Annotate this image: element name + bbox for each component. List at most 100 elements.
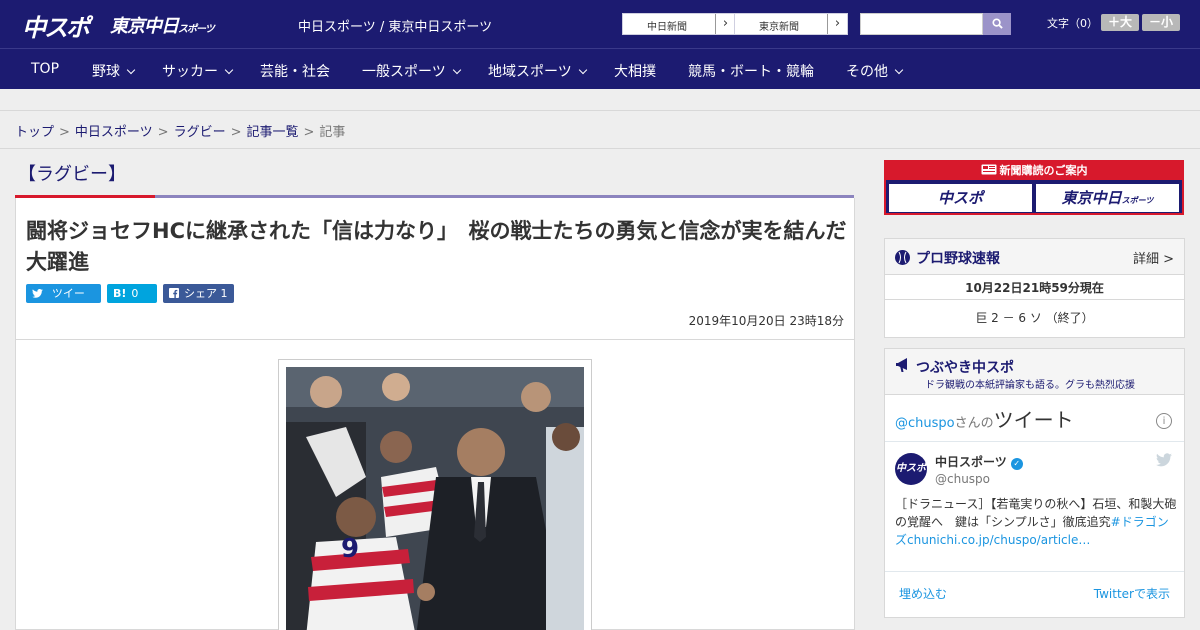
- subscription-title: 新聞購読のご案内: [886, 162, 1182, 180]
- nav-label: 野球: [92, 64, 120, 80]
- tokyo-shimbun-link[interactable]: 東京新聞 ›: [734, 13, 848, 35]
- nav-label: その他: [846, 64, 888, 80]
- tweets-heading: @chuspoさんのツイート: [895, 404, 1074, 433]
- tweet-account-name[interactable]: 中日スポーツ ✓: [935, 453, 1023, 470]
- site-title: 中日スポーツ / 東京中日スポーツ: [298, 20, 493, 35]
- nav-label: 一般スポーツ: [362, 64, 446, 80]
- megaphone-icon: [896, 358, 907, 372]
- breadcrumb-separator: >: [303, 125, 315, 140]
- facebook-share-button[interactable]: シェア 1: [163, 284, 234, 303]
- baseball-panel-title: プロ野球速報: [916, 251, 1000, 267]
- nav-label: 地域スポーツ: [488, 64, 572, 80]
- baseball-scores-panel: プロ野球速報 詳細 > 10月22日21時59分現在 巨 2 － 6 ソ （終了…: [884, 238, 1185, 338]
- twitter-panel: つぶやき中スポ ドラ観戦の本紙評論家も語る。グラも熱烈応援 @chuspoさんの…: [884, 348, 1185, 618]
- article-title: 闘将ジョセフHCに継承された「信は力なり」 桜の戦士たちの勇気と信念が実を結んだ…: [26, 219, 847, 274]
- chuspo-logo[interactable]: 中スポ: [22, 8, 90, 43]
- nav-item-top[interactable]: TOP: [31, 61, 59, 77]
- subscribe-chuspo-button[interactable]: 中スポ: [889, 184, 1032, 212]
- tweets-footer-divider: [885, 571, 1184, 572]
- verified-icon: ✓: [1010, 458, 1023, 470]
- nav-item-regional-sports[interactable]: 地域スポーツ: [488, 61, 587, 81]
- tokyo-logo-suffix: スポーツ: [178, 24, 215, 35]
- subscribe-tokyo-chunichi-button[interactable]: 東京中日スポーツ: [1036, 184, 1179, 212]
- embed-link[interactable]: 埋め込む: [899, 585, 947, 602]
- tweet-account-handle[interactable]: @chuspo: [935, 472, 990, 486]
- baseball-icon: [895, 250, 910, 265]
- tweet-button[interactable]: ツイート: [26, 284, 101, 319]
- ad-strip: [0, 89, 1200, 111]
- score-divider: [885, 299, 1184, 300]
- nav-item-soccer[interactable]: サッカー: [162, 61, 234, 81]
- breadcrumb-separator: >: [59, 125, 70, 140]
- baseball-detail-link[interactable]: 詳細 >: [1133, 248, 1174, 267]
- breadcrumb-rugby[interactable]: ラグビー: [174, 125, 226, 140]
- rugby-team-photo: 9: [286, 367, 584, 630]
- nav-item-baseball[interactable]: 野球: [92, 61, 136, 81]
- chunichi-shimbun-link[interactable]: 中日新聞 ›: [622, 13, 736, 35]
- chevron-down-icon: [452, 65, 461, 75]
- chevron-down-icon: [224, 65, 234, 75]
- chevron-right-icon: ›: [827, 14, 847, 34]
- nav-label: 芸能・社会: [260, 64, 330, 80]
- nav-item-other[interactable]: その他: [846, 61, 904, 81]
- game-score[interactable]: 巨 2 － 6 ソ （終了）: [885, 309, 1184, 326]
- info-icon[interactable]: i: [1156, 413, 1172, 429]
- nav-item-sumo[interactable]: 大相撲: [614, 61, 656, 81]
- nav-label: 大相撲: [614, 64, 656, 80]
- twitter-panel-subtitle: ドラ観戦の本紙評論家も語る。グラも熱烈応援: [925, 380, 1135, 391]
- breadcrumb-chunichi-sports[interactable]: 中日スポーツ: [75, 125, 153, 140]
- breadcrumb-separator: >: [157, 125, 169, 140]
- nav-item-racing[interactable]: 競馬・ボート・競輪: [688, 61, 814, 81]
- header-bar: 中スポ 東京中日スポーツ 中日スポーツ / 東京中日スポーツ 中日新聞 › 東京…: [0, 0, 1200, 48]
- paper-link-label: 東京新聞: [759, 22, 799, 33]
- paper-link-label: 中日新聞: [647, 22, 687, 33]
- nav-item-entertainment[interactable]: 芸能・社会: [260, 61, 330, 81]
- tokyo-logo-text: 東京中日: [110, 16, 179, 37]
- tweets-heading-san: さんの: [954, 416, 994, 431]
- hatena-bookmark-icon: B!: [113, 287, 127, 300]
- nav-label: TOP: [31, 61, 60, 77]
- article-header: 闘将ジョセフHCに継承された「信は力なり」 桜の戦士たちの勇気と信念が実を結んだ…: [15, 198, 855, 340]
- nav-label: サッカー: [162, 64, 218, 80]
- breadcrumb-current: 記事: [319, 125, 346, 140]
- nav-item-general-sports[interactable]: 一般スポーツ: [362, 61, 461, 81]
- svg-text:9: 9: [341, 534, 359, 564]
- twitter-panel-header: つぶやき中スポ ドラ観戦の本紙評論家も語る。グラも熱烈応援: [885, 349, 1184, 395]
- avatar[interactable]: 中スポ: [895, 453, 927, 485]
- breadcrumb-article-list[interactable]: 記事一覧: [247, 125, 299, 140]
- subscribe-tokyo-label: 東京中日: [1061, 189, 1122, 207]
- tweets-heading-user[interactable]: @chuspo: [895, 416, 955, 431]
- newspaper-icon: [981, 164, 996, 175]
- twitter-bird-icon[interactable]: [1156, 453, 1172, 467]
- main-nav: TOP 野球 サッカー 芸能・社会 一般スポーツ 地域スポーツ 大相撲 競馬・ボ…: [0, 48, 1200, 89]
- article-photo-frame: 9: [278, 359, 592, 630]
- font-larger-button[interactable]: ＋大: [1101, 14, 1139, 31]
- article-photo[interactable]: 9: [286, 367, 584, 630]
- twitter-panel-title: つぶやき中スポ: [916, 360, 1014, 376]
- twitter-bird-icon: [32, 287, 47, 300]
- font-smaller-button[interactable]: －小: [1142, 14, 1180, 31]
- breadcrumb: トップ > 中日スポーツ > ラグビー > 記事一覧 > 記事: [0, 111, 1200, 149]
- hatena-bookmark-button[interactable]: B! 0: [107, 284, 157, 303]
- facebook-share-label: シェア: [184, 287, 217, 300]
- font-size-label: 文字（0）: [1047, 17, 1098, 30]
- tokyo-chunichi-logo[interactable]: 東京中日スポーツ: [110, 12, 215, 38]
- article-date: 2019年10月20日 23時18分: [688, 314, 844, 328]
- chevron-right-icon: ›: [715, 14, 735, 34]
- search-input[interactable]: [860, 13, 983, 35]
- hatena-count: 0: [131, 287, 139, 300]
- search-icon: [991, 18, 1003, 29]
- facebook-share-count: 1: [220, 287, 228, 300]
- view-on-twitter-link[interactable]: Twitterで表示: [1094, 585, 1170, 602]
- tweet-link[interactable]: chunichi.co.jp/chuspo/article…: [907, 533, 1090, 547]
- baseball-panel-header: プロ野球速報 詳細 >: [885, 239, 1184, 275]
- subscribe-tokyo-suffix: スポーツ: [1121, 196, 1154, 205]
- search-button[interactable]: [983, 13, 1011, 35]
- subscription-title-text: 新聞購読のご案内: [999, 164, 1088, 177]
- tweet-text: ［ドラニュース］【若竜実りの秋へ】石垣、和製大砲の覚醒へ 鍵は「シンプルさ」徹底…: [895, 495, 1179, 549]
- breadcrumb-separator: >: [230, 125, 242, 140]
- chevron-down-icon: [894, 65, 904, 75]
- chevron-down-icon: [578, 65, 587, 75]
- breadcrumb-top[interactable]: トップ: [15, 125, 54, 140]
- tweets-heading-label: ツイート: [993, 408, 1074, 432]
